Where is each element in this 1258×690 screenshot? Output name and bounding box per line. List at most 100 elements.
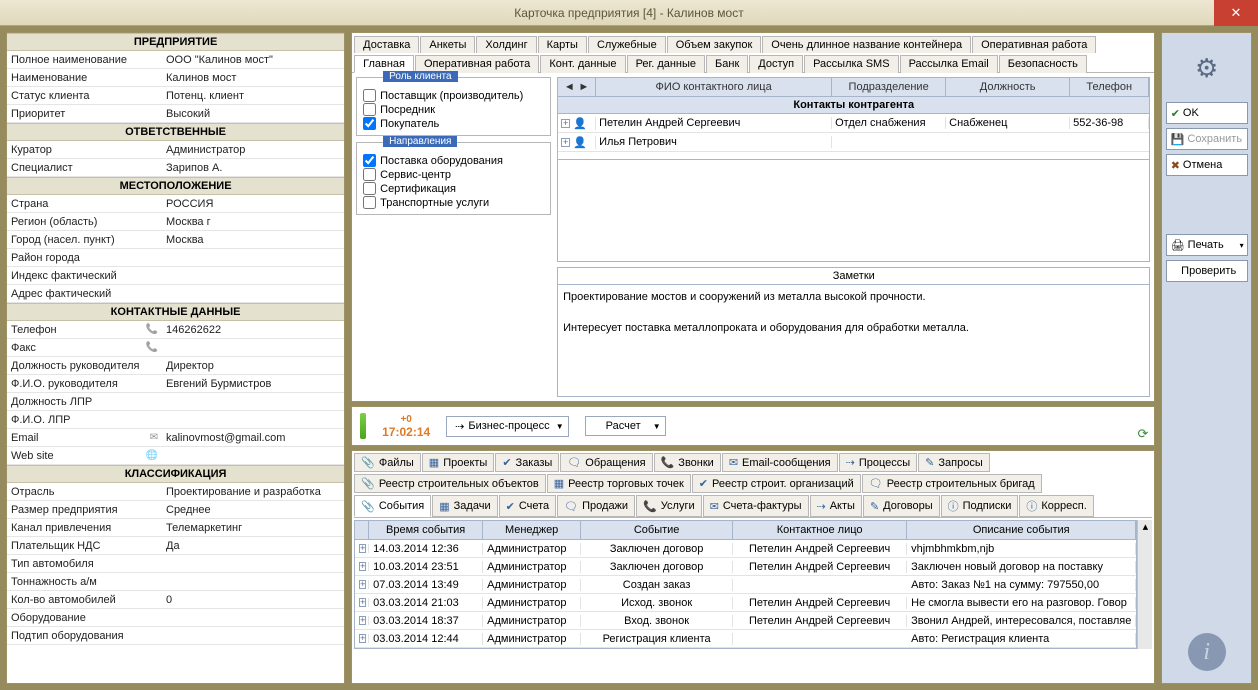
event-row[interactable]: +14.03.2014 12:36АдминистраторЗаключен д…	[355, 540, 1136, 558]
contacts-grid[interactable]: +👤Петелин Андрей СергеевичОтдел снабжени…	[557, 114, 1150, 160]
checkbox[interactable]	[363, 89, 376, 102]
expand-icon[interactable]: +	[359, 616, 366, 625]
calculation-button[interactable]: Расчет▼	[585, 416, 666, 436]
checkbox[interactable]	[363, 103, 376, 116]
property-row[interactable]: Город (насел. пункт)Москва	[7, 231, 344, 249]
tab-доступ[interactable]: Доступ	[749, 55, 803, 73]
contacts-col-pos[interactable]: Должность	[946, 78, 1070, 96]
check-button[interactable]: Проверить	[1166, 260, 1248, 282]
property-value[interactable]: Москва	[162, 234, 344, 246]
tab-холдинг[interactable]: Холдинг	[476, 36, 536, 53]
cancel-button[interactable]: ✖Отмена	[1166, 154, 1248, 176]
property-value[interactable]: kalinovmost@gmail.com	[162, 432, 344, 444]
event-row[interactable]: +03.03.2014 12:44АдминистраторРегистраци…	[355, 630, 1136, 648]
property-row[interactable]: Плательщик НДСДа	[7, 537, 344, 555]
event-row[interactable]: +07.03.2014 13:49АдминистраторСоздан зак…	[355, 576, 1136, 594]
tab-безопасность[interactable]: Безопасность	[999, 55, 1087, 73]
ok-button[interactable]: ✔OK	[1166, 102, 1248, 124]
contact-row[interactable]: +👤Илья Петрович	[558, 133, 1149, 152]
icon-tab[interactable]: ⇢Процессы	[839, 453, 918, 472]
info-icon[interactable]: i	[1188, 633, 1226, 671]
checkbox[interactable]	[363, 168, 376, 181]
property-value[interactable]: Калинов мост	[162, 72, 344, 84]
events-col-contact[interactable]: Контактное лицо	[733, 521, 907, 539]
expand-icon[interactable]: +	[359, 562, 366, 571]
checkbox[interactable]	[363, 117, 376, 130]
events-col-time[interactable]: Время события	[369, 521, 483, 539]
events-col-event[interactable]: Событие	[581, 521, 733, 539]
checkbox[interactable]	[363, 182, 376, 195]
chevron-right-icon[interactable]: ►	[578, 81, 589, 93]
property-row[interactable]: Район города	[7, 249, 344, 267]
events-scrollbar[interactable]: ▴	[1137, 520, 1152, 649]
icon-tab[interactable]: 📎Файлы	[354, 453, 421, 472]
icon-tab[interactable]: ▦Реестр торговых точек	[547, 474, 691, 493]
tab-рассылка-email[interactable]: Рассылка Email	[900, 55, 998, 73]
contacts-col-tel[interactable]: Телефон	[1070, 78, 1149, 96]
property-row[interactable]: Email✉kalinovmost@gmail.com	[7, 429, 344, 447]
gear-icon[interactable]: ⚙	[1195, 53, 1218, 84]
icon-tab[interactable]: ✔Счета	[499, 495, 557, 517]
icon-tab[interactable]: ✔Заказы	[495, 453, 559, 472]
property-row[interactable]: СтранаРОССИЯ	[7, 195, 344, 213]
property-row[interactable]: Оборудование	[7, 609, 344, 627]
expand-icon[interactable]: +	[561, 138, 570, 147]
expand-icon[interactable]: +	[359, 598, 366, 607]
event-row[interactable]: +10.03.2014 23:51АдминистраторЗаключен д…	[355, 558, 1136, 576]
icon-tab[interactable]: ⇢Акты	[810, 495, 862, 517]
tab-анкеты[interactable]: Анкеты	[420, 36, 475, 53]
expand-icon[interactable]: +	[359, 544, 366, 553]
checkbox[interactable]	[363, 154, 376, 167]
property-row[interactable]: Кол-во автомобилей0	[7, 591, 344, 609]
property-value[interactable]: Проектирование и разработка	[162, 486, 344, 498]
print-button[interactable]: 🖨Печать▾	[1166, 234, 1248, 256]
property-row[interactable]: Тип автомобиля	[7, 555, 344, 573]
property-value[interactable]: Высокий	[162, 108, 344, 120]
tab-рег.-данные[interactable]: Рег. данные	[627, 55, 705, 73]
property-row[interactable]: Факс📞	[7, 339, 344, 357]
property-row[interactable]: ПриоритетВысокий	[7, 105, 344, 123]
property-row[interactable]: Должность ЛПР	[7, 393, 344, 411]
icon-tab[interactable]: ▦Проекты	[422, 453, 495, 472]
events-col-mgr[interactable]: Менеджер	[483, 521, 581, 539]
icon-tab[interactable]: ✎Запросы	[918, 453, 990, 472]
icon-tab[interactable]: 📞Услуги	[636, 495, 702, 517]
tab-доставка[interactable]: Доставка	[354, 36, 419, 53]
property-row[interactable]: Подтип оборудования	[7, 627, 344, 645]
property-row[interactable]: Адрес фактический	[7, 285, 344, 303]
tab-служебные[interactable]: Служебные	[588, 36, 666, 53]
icon-tab[interactable]: 🗨Обращения	[560, 453, 652, 472]
property-row[interactable]: КураторАдминистратор	[7, 141, 344, 159]
property-value[interactable]: 146262622	[162, 324, 344, 336]
refresh-icon[interactable]: ⟳	[1137, 426, 1148, 442]
icon-tab[interactable]: ✉Счета-фактуры	[703, 495, 809, 517]
icon-tab[interactable]: ▦Задачи	[432, 495, 497, 517]
property-row[interactable]: НаименованиеКалинов мост	[7, 69, 344, 87]
property-row[interactable]: Канал привлеченияТелемаркетинг	[7, 519, 344, 537]
contacts-nav-icons[interactable]: ◄ ►	[558, 78, 596, 96]
property-value[interactable]: Среднее	[162, 504, 344, 516]
close-button[interactable]: ✕	[1214, 0, 1258, 26]
event-row[interactable]: +03.03.2014 21:03АдминистраторИсход. зво…	[355, 594, 1136, 612]
expand-icon[interactable]: +	[561, 119, 570, 128]
property-row[interactable]: Полное наименованиеООО "Калинов мост"	[7, 51, 344, 69]
checkbox-row[interactable]: Поставка оборудования	[363, 154, 544, 167]
chevron-left-icon[interactable]: ◄	[564, 81, 575, 93]
tab-конт.-данные[interactable]: Конт. данные	[540, 55, 625, 73]
icon-tab[interactable]: 📎Реестр строительных объектов	[354, 474, 546, 493]
property-value[interactable]: Москва г	[162, 216, 344, 228]
events-grid[interactable]: +14.03.2014 12:36АдминистраторЗаключен д…	[354, 540, 1137, 649]
tab-банк[interactable]: Банк	[706, 55, 748, 73]
tab-очень-длинное-название-контейнера[interactable]: Очень длинное название контейнера	[762, 36, 971, 53]
contacts-col-fio[interactable]: ФИО контактного лица	[596, 78, 832, 96]
checkbox-row[interactable]: Поставщик (производитель)	[363, 89, 544, 102]
property-value[interactable]: Потенц. клиент	[162, 90, 344, 102]
icon-tab[interactable]: ⓘПодписки	[941, 495, 1019, 517]
icon-tab[interactable]: 📞Звонки	[654, 453, 721, 472]
property-value[interactable]: ООО "Калинов мост"	[162, 54, 344, 66]
icon-tab[interactable]: ✉Email-сообщения	[722, 453, 838, 472]
icon-tab[interactable]: ✎Договоры	[863, 495, 940, 517]
property-row[interactable]: Статус клиентаПотенц. клиент	[7, 87, 344, 105]
checkbox-row[interactable]: Посредник	[363, 103, 544, 116]
property-row[interactable]: Тоннажность а/м	[7, 573, 344, 591]
